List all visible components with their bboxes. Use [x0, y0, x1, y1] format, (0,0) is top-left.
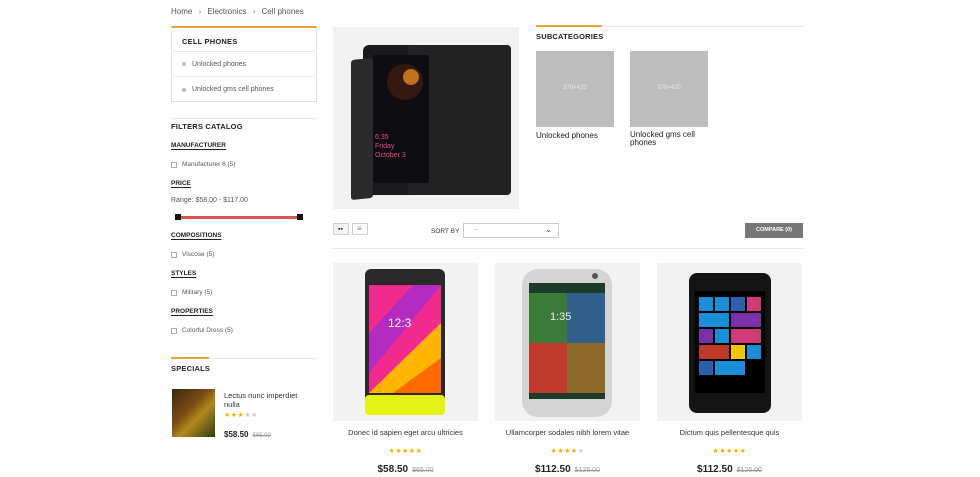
- sort-label: SORT BY: [431, 228, 460, 235]
- svg-text:6:35: 6:35: [375, 134, 389, 141]
- product-rating: ★★★★★: [550, 448, 585, 455]
- phone-banner-image: 6:35 Friday October 3: [351, 45, 511, 200]
- bullet-icon: [182, 62, 186, 66]
- subcategory-image[interactable]: 370×420: [630, 51, 708, 127]
- checkbox[interactable]: [171, 251, 177, 258]
- styles-option[interactable]: Military (5): [171, 289, 212, 296]
- product-rating: ★★★★★: [388, 448, 423, 455]
- special-old-price: $65.00: [252, 433, 271, 439]
- compare-button[interactable]: COMPARE (0): [745, 223, 803, 238]
- grid-view-button[interactable]: ▪▪: [333, 223, 349, 235]
- category-title: CELL PHONES: [172, 28, 316, 52]
- product-rating: ★★★★★: [712, 448, 747, 455]
- compositions-title: COMPOSITIONS: [171, 232, 222, 239]
- product-price: $112.50: [535, 464, 571, 475]
- properties-option[interactable]: Colorful Dress (5): [171, 327, 233, 334]
- product-image[interactable]: 1:35: [495, 263, 640, 421]
- subcategory-label[interactable]: Unlocked phones: [536, 131, 616, 140]
- category-item-label: Unlocked phones: [192, 60, 247, 68]
- divider: [171, 118, 317, 119]
- placeholder-size: 370×420: [563, 85, 587, 91]
- properties-title: PROPERTIES: [171, 308, 213, 315]
- special-price-row: $58.50 $65.00: [224, 424, 271, 442]
- checkbox[interactable]: [171, 289, 177, 296]
- placeholder-size: 370×420: [657, 85, 681, 91]
- category-box: CELL PHONES Unlocked phones Unlocked gms…: [171, 26, 317, 102]
- bullet-icon: [182, 87, 186, 92]
- sort-value: --: [474, 227, 478, 233]
- sort-select[interactable]: -- ⌄: [463, 223, 559, 238]
- svg-text:Friday: Friday: [375, 143, 395, 150]
- slider-handle-max[interactable]: [297, 214, 303, 220]
- category-item-label: Unlocked gms cell phones: [192, 86, 274, 93]
- styles-title: STYLES: [171, 270, 197, 277]
- chevron-down-icon: ⌄: [545, 225, 552, 234]
- special-price: $58.50: [224, 430, 249, 439]
- special-rating: ★★★★★: [224, 412, 258, 419]
- special-product-name[interactable]: Lectus nunc imperdiet nulla: [224, 391, 314, 410]
- subcategory-image[interactable]: 370×420: [536, 51, 614, 127]
- specials-title: SPECIALS: [171, 364, 211, 373]
- option-label: Viscose (5): [182, 251, 215, 258]
- category-item[interactable]: Unlocked gms cell phones: [172, 77, 316, 102]
- grid-icon: ▪▪: [338, 226, 343, 233]
- accent-bar: [536, 25, 602, 27]
- category-item[interactable]: Unlocked phones: [172, 52, 316, 77]
- product-price-row: $58.50 $65.00: [333, 459, 478, 477]
- product-image[interactable]: 12:3: [333, 263, 478, 421]
- list-icon: ≡: [357, 224, 362, 233]
- slider-handle-min[interactable]: [175, 214, 181, 220]
- product-price: $112.50: [697, 464, 733, 475]
- price-slider[interactable]: [175, 214, 303, 220]
- divider: [333, 248, 803, 249]
- checkbox[interactable]: [171, 327, 177, 334]
- product-name[interactable]: Donec id sapien eget arcu ultricies: [333, 428, 478, 437]
- accent-bar: [171, 357, 209, 359]
- price-title: PRICE: [171, 180, 191, 187]
- product-price-row: $112.50 $125.00: [495, 459, 640, 477]
- chevron-right-icon: ›: [198, 6, 202, 16]
- breadcrumb-category[interactable]: Electronics: [207, 7, 246, 16]
- product-name[interactable]: Dictum quis pellentesque quis: [657, 428, 802, 437]
- special-product-image[interactable]: [172, 389, 215, 437]
- checkbox[interactable]: [171, 161, 177, 168]
- compositions-option[interactable]: Viscose (5): [171, 251, 214, 258]
- svg-text:1:35: 1:35: [550, 311, 571, 323]
- product-image[interactable]: [657, 263, 802, 421]
- breadcrumb-current: Cell phones: [261, 6, 304, 16]
- subcategories-title: SUBCATEGORIES: [536, 32, 604, 41]
- option-label: Colorful Dress (5): [182, 327, 233, 334]
- manufacturer-title: MANUFACTURER: [171, 142, 226, 149]
- option-label: Military (5): [182, 289, 213, 296]
- svg-text:October 3: October 3: [375, 152, 406, 159]
- list-view-button[interactable]: ≡: [352, 223, 368, 235]
- manufacturer-option[interactable]: Manufacturer 6 (5): [171, 161, 235, 168]
- price-range: Range: $58.00 - $117.00: [171, 197, 248, 204]
- breadcrumb-home[interactable]: Home: [171, 7, 192, 16]
- product-price: $58.50: [377, 464, 409, 475]
- filters-title: FILTERS CATALOG: [171, 122, 243, 131]
- product-name[interactable]: Ullamcorper sodales nibh lorem vitae: [495, 428, 640, 437]
- subcategory-label[interactable]: Unlocked gms cell phones: [630, 130, 710, 148]
- breadcrumb: Home › Electronics › Cell phones: [171, 6, 304, 16]
- chevron-right-icon: ›: [252, 6, 256, 16]
- category-banner: 6:35 Friday October 3: [333, 27, 519, 209]
- product-price-row: $112.50 $125.00: [657, 459, 802, 477]
- svg-text:12:3: 12:3: [388, 316, 412, 330]
- option-label: Manufacturer 6 (5): [182, 161, 236, 168]
